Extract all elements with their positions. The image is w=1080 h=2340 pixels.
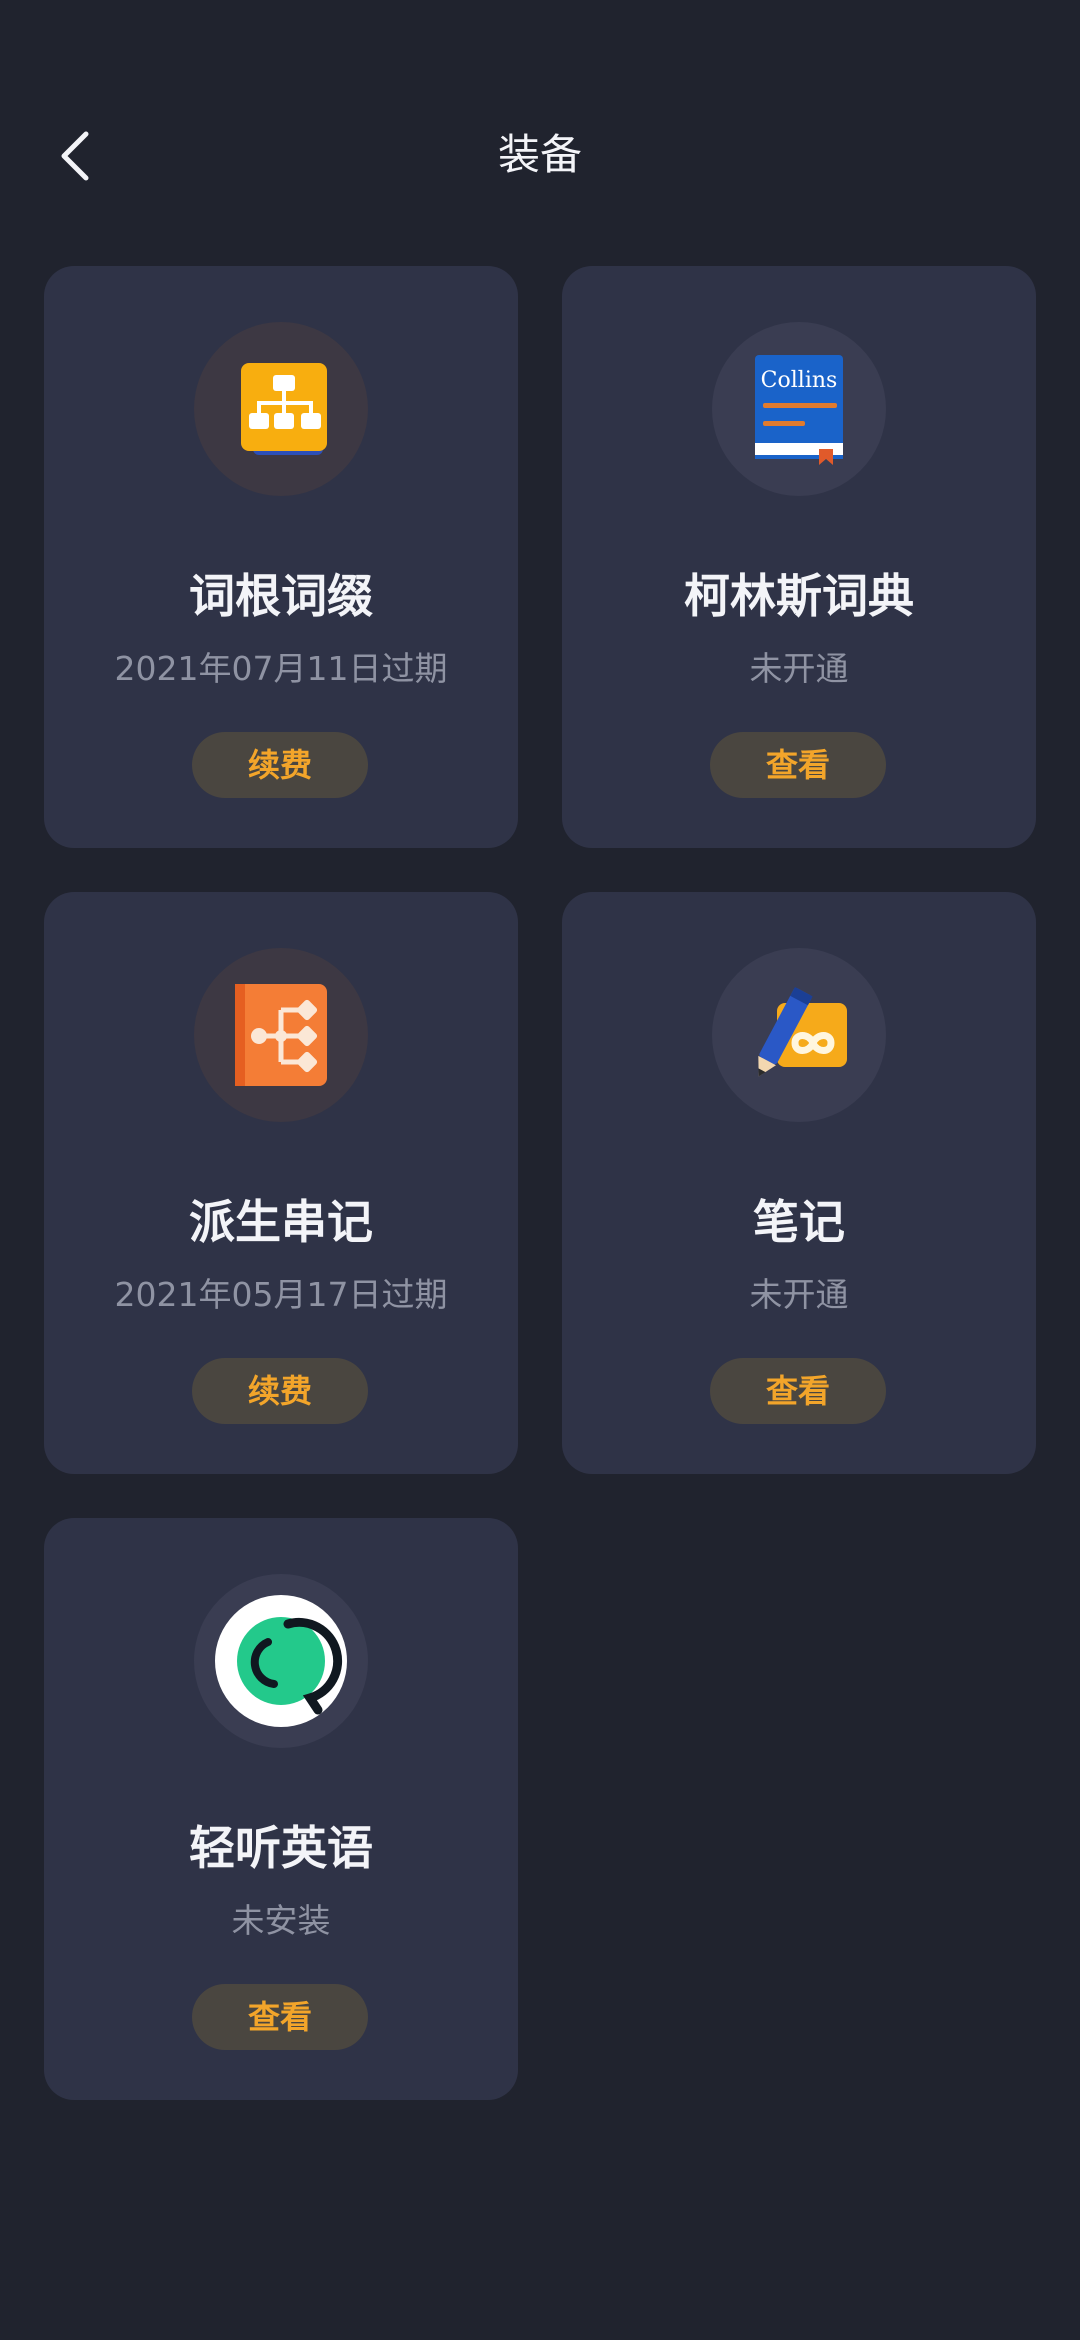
derivation-tree-icon <box>235 984 327 1086</box>
card-status: 2021年07月11日过期 <box>114 649 448 688</box>
card-name: 派生串记 <box>189 1195 373 1249</box>
view-button[interactable]: 查看 <box>192 1984 368 2050</box>
icon-circle <box>194 1574 368 1748</box>
root-affix-icon <box>241 363 327 455</box>
collins-dictionary-icon: Collins <box>755 355 843 465</box>
header: 装备 <box>0 110 1080 200</box>
renew-button[interactable]: 续费 <box>192 1358 368 1424</box>
view-button[interactable]: 查看 <box>710 732 886 798</box>
card-name: 轻听英语 <box>189 1821 373 1875</box>
card-collins: Collins 柯林斯词典 未开通 查看 <box>562 266 1036 848</box>
icon-circle: Collins <box>712 322 886 496</box>
card-derivation: 派生串记 2021年05月17日过期 续费 <box>44 892 518 1474</box>
card-status: 2021年05月17日过期 <box>114 1275 448 1314</box>
card-status: 未安装 <box>231 1901 331 1940</box>
notes-pencil-icon <box>758 986 847 1077</box>
card-root-affix: 词根词缀 2021年07月11日过期 续费 <box>44 266 518 848</box>
icon-circle <box>194 948 368 1122</box>
qingting-english-icon <box>215 1595 347 1727</box>
equipment-screen: 装备 词根词缀 2021年07月11日过期 续费 Collins 柯林斯词典 未… <box>0 0 1080 2340</box>
view-button[interactable]: 查看 <box>710 1358 886 1424</box>
card-notes: 笔记 未开通 查看 <box>562 892 1036 1474</box>
card-name: 笔记 <box>753 1195 845 1249</box>
renew-button[interactable]: 续费 <box>192 732 368 798</box>
card-name: 词根词缀 <box>189 569 373 623</box>
card-name: 柯林斯词典 <box>684 569 914 623</box>
card-status: 未开通 <box>749 1275 849 1314</box>
page-title: 装备 <box>497 130 582 179</box>
icon-circle <box>194 322 368 496</box>
card-qingting: 轻听英语 未安装 查看 <box>44 1518 518 2100</box>
collins-logo-text: Collins <box>761 368 838 393</box>
card-status: 未开通 <box>749 649 849 688</box>
icon-circle <box>712 948 886 1122</box>
